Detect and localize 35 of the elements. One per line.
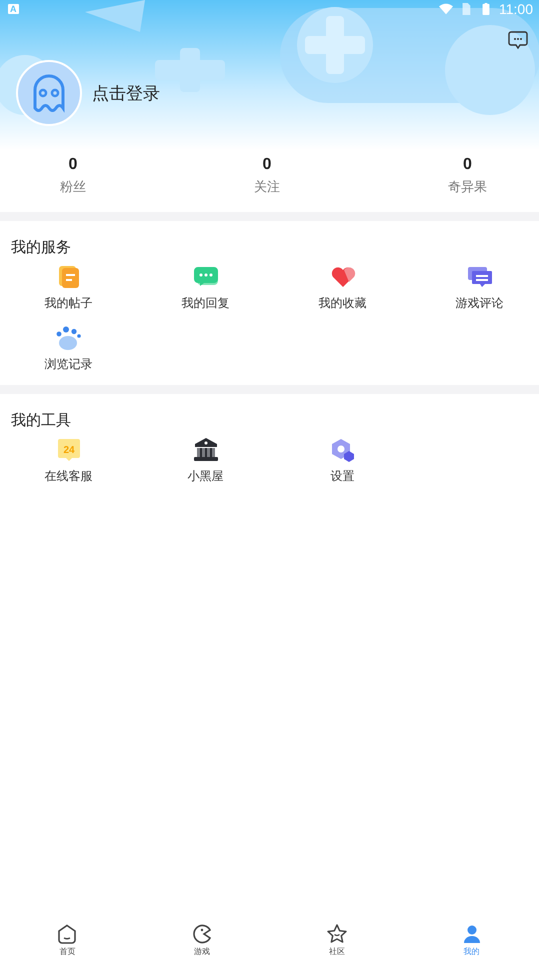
stat-value: 0 xyxy=(463,156,472,174)
stat-label[interactable]: 关注 xyxy=(254,178,280,196)
home-icon xyxy=(57,924,78,944)
login-link[interactable]: 点击登录 xyxy=(92,82,160,104)
pacman-icon xyxy=(192,924,212,944)
service-label[interactable]: 游戏评论 xyxy=(456,295,504,312)
stat-label[interactable]: 奇异果 xyxy=(448,178,487,196)
service-label[interactable]: 我的回复 xyxy=(182,295,230,312)
notification-icon: A xyxy=(8,4,18,14)
service-label[interactable]: 我的帖子 xyxy=(44,295,92,312)
service-label[interactable]: 浏览记录 xyxy=(44,356,92,373)
comment-icon[interactable] xyxy=(466,265,492,289)
message-icon[interactable] xyxy=(508,30,528,50)
service-label[interactable]: 我的收藏 xyxy=(318,295,366,312)
service-label[interactable]: 设置 xyxy=(330,468,354,485)
settings-icon[interactable] xyxy=(330,438,356,462)
stat-value: 0 xyxy=(68,156,78,174)
person-icon xyxy=(462,924,482,944)
building-icon[interactable] xyxy=(192,438,218,462)
service-label[interactable]: 小黑屋 xyxy=(188,468,224,485)
stat-label[interactable]: 粉丝 xyxy=(60,178,86,196)
status-time: 11:00 xyxy=(499,1,533,17)
wifi-icon xyxy=(439,3,453,15)
star-icon xyxy=(326,924,347,944)
section-title: 我的工具 xyxy=(10,411,72,430)
service-label[interactable]: 在线客服 xyxy=(44,468,92,485)
nav-tab[interactable]: 首页 xyxy=(0,916,135,964)
ghost-avatar-icon[interactable] xyxy=(16,60,82,126)
nav-tab[interactable]: 社区 xyxy=(270,916,404,964)
chat-bubble-icon[interactable] xyxy=(192,265,218,289)
nav-tab[interactable]: 游戏 xyxy=(134,916,270,964)
stat-value: 0 xyxy=(262,156,272,174)
section-title: 我的服务 xyxy=(10,238,72,257)
heart-icon[interactable] xyxy=(330,265,356,289)
paw-icon[interactable] xyxy=(56,326,82,350)
